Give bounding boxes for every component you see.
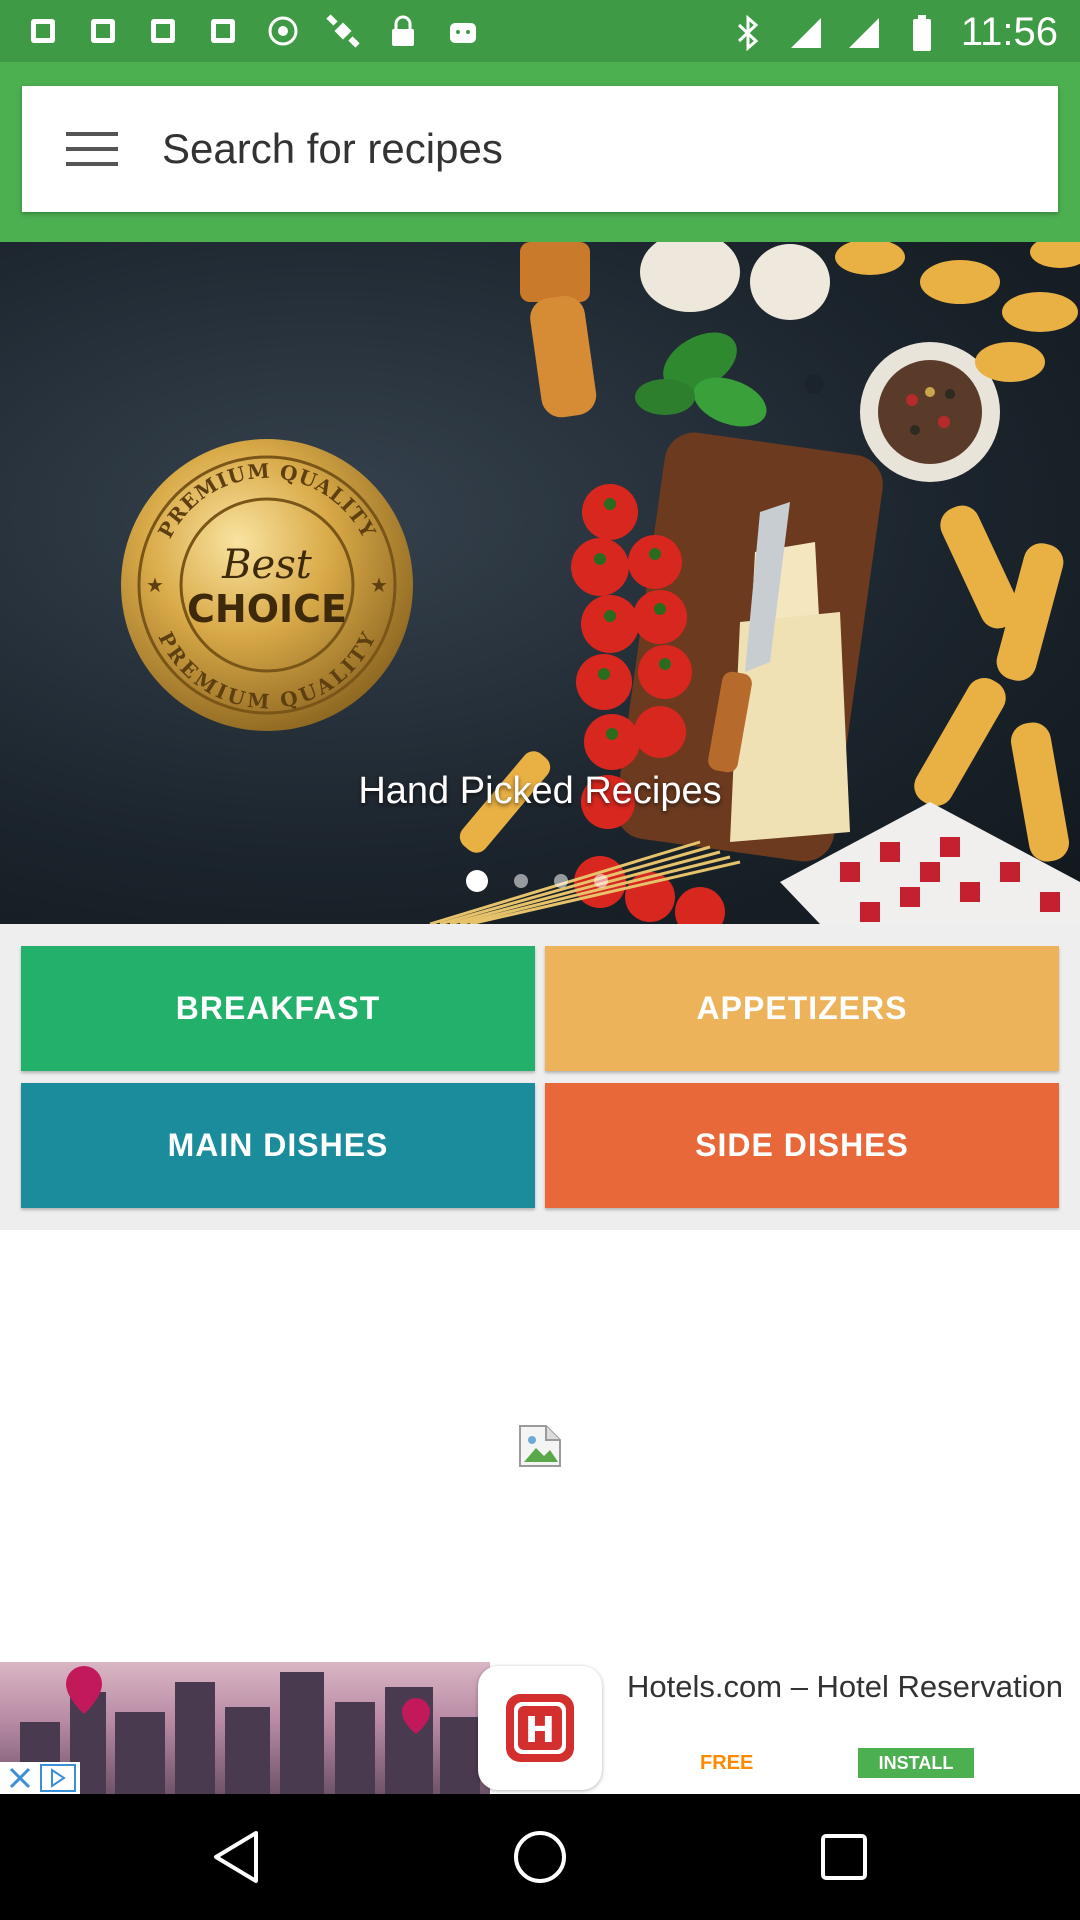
back-icon [214, 1831, 258, 1883]
menu-button[interactable] [22, 86, 162, 212]
broken-image-icon [519, 1425, 561, 1467]
carousel-dot-4[interactable] [594, 874, 608, 888]
recents-button[interactable] [812, 1825, 876, 1889]
ad-free-label: FREE [700, 1752, 754, 1774]
battery-icon [903, 14, 941, 52]
app-notification-icon [144, 12, 182, 50]
app-notification-icon [24, 12, 62, 50]
install-button[interactable]: INSTALL [858, 1748, 974, 1778]
android-icon [444, 12, 482, 50]
carousel-dot-2[interactable] [514, 874, 528, 888]
system-icons: 11:56 [729, 10, 1058, 55]
badge-line2-text: CHOICE [187, 587, 347, 631]
hamburger-menu-icon [66, 132, 118, 166]
hotels-logo: H [478, 1666, 602, 1790]
badge-line1-text: Best [221, 542, 313, 588]
notification-icons [24, 12, 482, 50]
signal-icon [787, 14, 825, 52]
carousel-dot-3[interactable] [554, 874, 568, 888]
app-notification-icon [204, 12, 242, 50]
best-choice-badge: PREMIUM QUALITY PREMIUM QUALITY Best CHO… [121, 439, 413, 731]
bluetooth-icon [729, 14, 767, 52]
star-icon: ★ [370, 575, 388, 597]
main-dishes-button[interactable]: MAIN DISHES [21, 1083, 535, 1208]
lock-icon [384, 12, 422, 50]
carousel-indicator[interactable] [466, 870, 608, 892]
adchoices-icon[interactable] [40, 1764, 76, 1792]
ad-choices[interactable] [0, 1762, 80, 1794]
clock: 11:56 [960, 10, 1058, 54]
carousel-dot-1[interactable] [466, 870, 488, 892]
search-bar[interactable]: Search for recipes [22, 86, 1058, 212]
banner-carousel[interactable]: PREMIUM QUALITY PREMIUM QUALITY Best CHO… [0, 242, 1080, 924]
signal-icon [845, 14, 883, 52]
home-icon [514, 1831, 566, 1883]
ad-title: Hotels.com – Hotel Reservation [627, 1669, 1063, 1704]
category-grid: BREAKFAST APPETIZERS MAIN DISHES SIDE DI… [0, 924, 1080, 1230]
logo-letter: H [525, 1710, 555, 1751]
satellite-icon [324, 12, 362, 50]
ad-banner[interactable]: H Hotels.com – Hotel Reservation FREE IN… [0, 1662, 1080, 1794]
recents-icon [821, 1834, 867, 1880]
home-button[interactable] [508, 1825, 572, 1889]
appetizers-button[interactable]: APPETIZERS [545, 946, 1059, 1071]
status-bar: 11:56 [0, 0, 1080, 62]
navigation-bar [0, 1794, 1080, 1920]
side-dishes-button[interactable]: SIDE DISHES [545, 1083, 1059, 1208]
target-icon [264, 12, 302, 50]
search-input[interactable]: Search for recipes [162, 125, 503, 173]
star-icon: ★ [146, 575, 164, 597]
banner-caption: Hand Picked Recipes [358, 770, 722, 812]
app-notification-icon [84, 12, 122, 50]
back-button[interactable] [204, 1825, 268, 1889]
breakfast-button[interactable]: BREAKFAST [21, 946, 535, 1071]
app-header: Search for recipes [0, 62, 1080, 242]
close-icon[interactable] [6, 1764, 34, 1792]
